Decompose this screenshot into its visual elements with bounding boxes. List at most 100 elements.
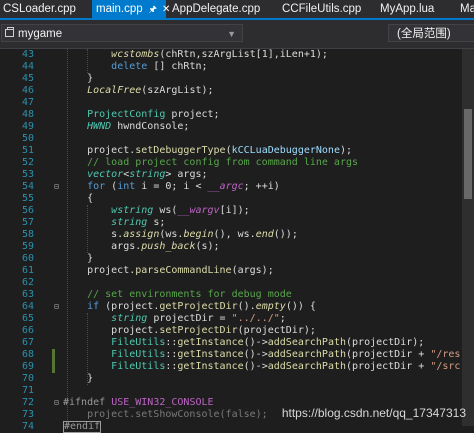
change-marker [52, 349, 55, 361]
line-number: 65 [21, 313, 34, 324]
code-text: #ifndef USE_WIN32_CONSOLE [63, 397, 214, 408]
code-comment: // load project config from command line… [63, 157, 359, 168]
line-number: 52 [21, 157, 34, 168]
tab-label: CSLoader.cpp [3, 3, 76, 15]
code-text: project.setDebuggerType(kCCLuaDebuggerNo… [63, 145, 353, 156]
line-number: 49 [21, 121, 34, 132]
code-line: 57 string s; [0, 217, 474, 229]
line-number: 54 [21, 181, 34, 192]
code-text: if (project.getProjectDir().empty()) { [87, 301, 316, 312]
pin-icon[interactable]: 🖈 [149, 4, 157, 14]
navigation-bar: mygame ▼ (全局范围) [0, 20, 474, 49]
tab-label: Ma [460, 3, 474, 15]
line-number: 66 [21, 325, 34, 336]
tab-ccfileutils[interactable]: CCFileUtils.cpp [282, 0, 366, 18]
code-line: 67 FileUtils::getInstance()->addSearchPa… [0, 337, 474, 349]
code-line: 66 project.setProjectDir(projectDir); [0, 325, 474, 337]
code-line: 50 [0, 133, 474, 145]
line-number: 68 [21, 349, 34, 360]
tab-csloader[interactable]: CSLoader.cpp [3, 0, 89, 18]
line-number: 44 [21, 61, 34, 72]
code-text: delete [] chRtn; [111, 61, 208, 72]
code-text: wstring ws(__wargv[i]); [111, 205, 250, 216]
close-icon[interactable]: ✕ [162, 4, 170, 15]
collapse-icon[interactable]: ⊟ [54, 397, 59, 409]
code-line: 62 [0, 277, 474, 289]
collapse-icon[interactable]: ⊟ [54, 181, 59, 193]
tab-overflow[interactable]: Ma [460, 0, 474, 18]
code-line: 69 FileUtils::getInstance()->addSearchPa… [0, 361, 474, 373]
code-line: 47 [0, 97, 474, 109]
line-number: 47 [21, 97, 34, 108]
code-text: } [63, 73, 94, 84]
tab-appdelegate[interactable]: AppDelegate.cpp [172, 0, 260, 18]
code-editor[interactable]: 43 wcstombs(chRtn,szArgList[1],iLen+1); … [0, 49, 474, 433]
code-text: string projectDir = "../../"; [111, 313, 286, 324]
line-number: 51 [21, 145, 34, 156]
code-line: 61 project.parseCommandLine(args); [0, 265, 474, 277]
code-text: FileUtils::getInstance()->addSearchPath(… [111, 361, 474, 372]
code-line: 63 // set environments for debug mode [0, 289, 474, 301]
code-text: LocalFree(szArgList); [87, 85, 214, 96]
line-number: 60 [21, 253, 34, 264]
tab-label: MyApp.lua [380, 3, 435, 15]
code-text: FileUtils::getInstance()->addSearchPath(… [111, 337, 425, 348]
code-text: project.parseCommandLine(args); [63, 265, 274, 276]
code-line: 71 [0, 385, 474, 397]
scrollbar-thumb[interactable] [464, 109, 472, 199]
code-line: 59 args.push_back(s); [0, 241, 474, 253]
line-number: 56 [21, 205, 34, 216]
code-text: { [63, 193, 94, 204]
code-text: HWND hwndConsole; [87, 121, 190, 132]
code-text: for (int i = 0; i < __argc; ++i) [87, 181, 280, 192]
code-text: string s; [111, 217, 166, 228]
tab-label: CCFileUtils.cpp [282, 3, 362, 15]
project-combo-value: mygame [18, 28, 63, 40]
line-number: 48 [21, 109, 34, 120]
line-number: 57 [21, 217, 34, 228]
code-line: 58 s.assign(ws.begin(), ws.end()); [0, 229, 474, 241]
code-text: vector<string> args; [87, 169, 208, 180]
line-number: 63 [21, 289, 34, 300]
watermark-url: https://blog.csdn.net/qq_17347313 [281, 406, 466, 420]
line-number: 59 [21, 241, 34, 252]
tab-myapp-lua[interactable]: MyApp.lua [380, 0, 436, 18]
line-number: 62 [21, 277, 34, 288]
scope-combo-value: (全局范围) [397, 28, 451, 40]
line-number: 73 [21, 409, 34, 420]
line-number: 61 [21, 265, 34, 276]
code-line: 49 HWND hwndConsole; [0, 121, 474, 133]
line-number: 70 [21, 373, 34, 384]
scope-combo[interactable]: (全局范围) [388, 24, 474, 42]
code-line: 51 project.setDebuggerType(kCCLuaDebugge… [0, 145, 474, 157]
code-line: 44 delete [] chRtn; [0, 61, 474, 73]
code-text: s.assign(ws.begin(), ws.end()); [63, 229, 298, 240]
line-number: 43 [21, 49, 34, 60]
code-line: 65 string projectDir = "../../"; [0, 313, 474, 325]
line-number: 72 [21, 397, 34, 408]
project-combo[interactable]: mygame ▼ [1, 24, 243, 42]
code-line: 55 { [0, 193, 474, 205]
code-text: #endif [63, 421, 102, 433]
code-line: 56 wstring ws(__wargv[i]); [0, 205, 474, 217]
collapse-icon[interactable]: ⊟ [54, 301, 59, 313]
code-line: 45 } [0, 73, 474, 85]
code-text: wcstombs(chRtn,szArgList[1],iLen+1); [111, 49, 328, 60]
code-line: 43 wcstombs(chRtn,szArgList[1],iLen+1); [0, 49, 474, 61]
code-line: 53 vector<string> args; [0, 169, 474, 181]
line-number: 53 [21, 169, 34, 180]
line-number: 45 [21, 73, 34, 84]
code-text: args.push_back(s); [63, 241, 220, 252]
code-line: 52 // load project config from command l… [0, 157, 474, 169]
tab-main-cpp[interactable]: main.cpp 🖈 ✕ [92, 0, 170, 18]
code-line: 48 ProjectConfig project; [0, 109, 474, 121]
line-number: 71 [21, 385, 34, 396]
vertical-scrollbar[interactable] [462, 49, 474, 426]
project-icon [5, 27, 14, 37]
code-text: } [63, 373, 94, 384]
code-text: ProjectConfig project; [87, 109, 220, 120]
line-number: 69 [21, 361, 34, 372]
code-line: 64 ⊟ if (project.getProjectDir().empty()… [0, 301, 474, 313]
line-number: 58 [21, 229, 34, 240]
change-marker [52, 361, 55, 373]
